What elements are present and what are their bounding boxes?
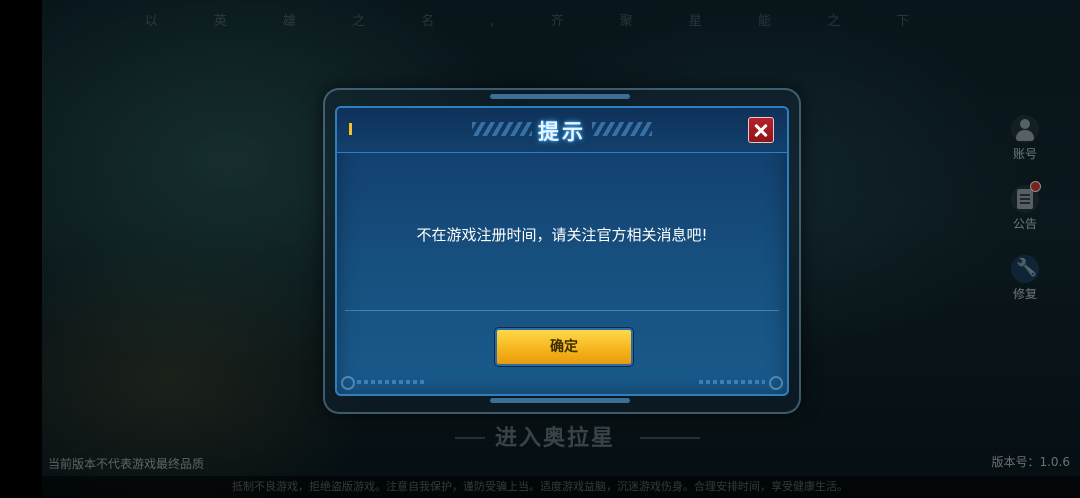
- dialog-message: 不在游戏注册时间，请关注官方相关消息吧!: [416, 226, 708, 244]
- footer-deco-right: [699, 380, 765, 384]
- corner-ring-left: [341, 376, 355, 390]
- dialog-frame-tab-top: [490, 94, 630, 99]
- close-button[interactable]: [748, 117, 774, 143]
- footer-deco-left: [357, 380, 427, 384]
- dialog-header: 提示: [337, 108, 787, 153]
- alert-dialog: 提示 不在游戏注册时间，请关注官方相关消息吧! 确定: [335, 106, 789, 396]
- dialog-divider: [345, 310, 779, 311]
- confirm-button[interactable]: 确定: [495, 328, 633, 366]
- corner-ring-right: [769, 376, 783, 390]
- dialog-frame-tab-bottom: [490, 398, 630, 403]
- dialog-title: 提示: [538, 120, 586, 144]
